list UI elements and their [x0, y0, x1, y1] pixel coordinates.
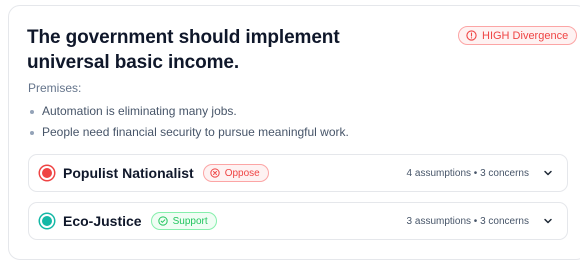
divergence-badge: HIGH Divergence: [458, 26, 578, 45]
perspective-row-eco-justice[interactable]: Eco-Justice Support 3 assumptions • 3 co…: [28, 202, 568, 240]
statement-card: The government should implement universa…: [8, 5, 580, 260]
perspective-meta: 4 assumptions • 3 concerns: [406, 167, 529, 179]
stance-badge: Oppose: [202, 164, 269, 182]
perspective-name: Populist Nationalist: [63, 165, 194, 181]
stance-label: Oppose: [224, 167, 260, 179]
stance-badge: Support: [150, 212, 217, 230]
premises-label: Premises:: [28, 81, 82, 95]
chevron-down-icon[interactable]: [542, 167, 554, 179]
chevron-down-icon[interactable]: [542, 215, 554, 227]
premises-list: Automation is eliminating many jobs. Peo…: [28, 101, 349, 143]
alert-circle-icon: [466, 30, 477, 41]
premise-item: People need financial security to pursue…: [28, 122, 349, 143]
perspective-color-dot-icon: [40, 214, 54, 228]
perspective-meta: 3 assumptions • 3 concerns: [406, 215, 529, 227]
perspective-color-dot-icon: [40, 166, 54, 180]
stance-label: Support: [172, 215, 208, 227]
perspective-row-populist-nationalist[interactable]: Populist Nationalist Oppose 4 assumption…: [28, 154, 568, 192]
divergence-label: HIGH Divergence: [482, 29, 569, 42]
premise-item: Automation is eliminating many jobs.: [28, 101, 349, 122]
perspective-name: Eco-Justice: [63, 213, 142, 229]
x-circle-icon: [210, 168, 220, 178]
statement-title: The government should implement universa…: [27, 27, 340, 73]
check-circle-icon: [157, 216, 168, 226]
